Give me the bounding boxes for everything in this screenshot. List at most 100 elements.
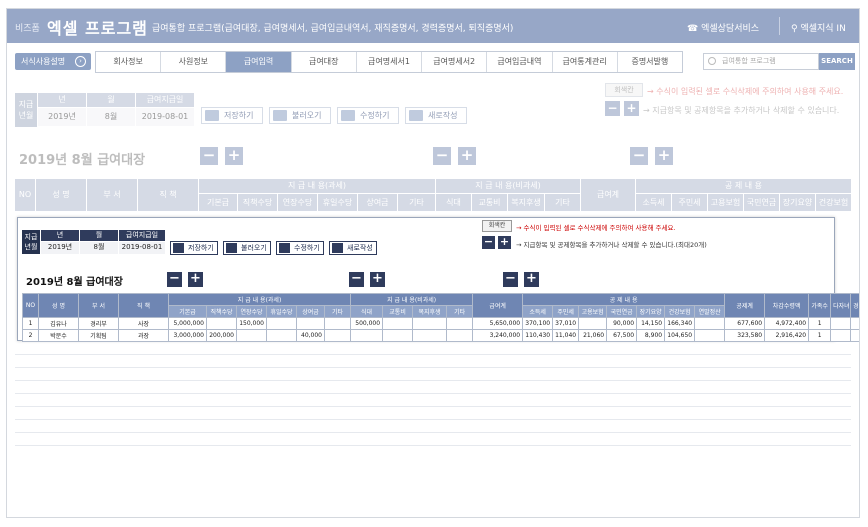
popup-plus-deduct[interactable]: + [524,272,539,287]
cell-resident-tax[interactable]: 37,010 [552,317,580,330]
consult-link[interactable]: ☎ 엑셀상담서비스 [687,21,759,34]
bg-plus-nontax[interactable]: + [458,147,476,165]
cell-employment-ins[interactable]: 21,060 [578,329,608,342]
tab-statistics[interactable]: 급여통계관리 [553,52,618,72]
cell-family[interactable]: 1 [808,317,832,330]
cell-holiday[interactable] [266,317,297,330]
cell-title[interactable]: 사장 [118,317,169,330]
col-position-allowance: 직책수당 [206,305,237,318]
search-button[interactable]: SEARCH [819,53,855,70]
popup-new-button[interactable]: 새로작성 [329,241,377,255]
cell-name[interactable]: 박문수 [38,329,79,342]
cell-base-pay[interactable]: 3,000,000 [168,329,207,342]
bg-load-button[interactable]: 불러오기 [269,107,331,124]
popup-minus-nontax[interactable]: − [349,272,364,287]
cell-cert[interactable] [850,317,859,330]
popup-load-button[interactable]: 불러오기 [223,241,271,255]
bg-plus-deduct[interactable]: + [655,147,673,165]
tab-payslip-1[interactable]: 급여명세서1 [357,52,423,72]
search-input[interactable]: 급여통합 프로그램 [703,53,819,70]
cell-pension[interactable]: 67,500 [606,329,638,342]
tab-payslip-2[interactable]: 급여명세서2 [422,52,488,72]
popup-minus-deduct[interactable]: − [503,272,518,287]
cell-child[interactable] [830,329,852,342]
cell-position-allowance[interactable]: 200,000 [206,329,237,342]
popup-month-value[interactable]: 8월 [80,242,118,254]
popup-minus-taxable[interactable]: − [167,272,182,287]
cell-no[interactable]: 1 [22,317,39,330]
cell-overtime[interactable] [236,329,267,342]
col-health-ins: 건강보험 [664,305,696,318]
cell-year-end[interactable] [694,317,726,330]
bg-new-button[interactable]: 새로작성 [405,107,467,124]
popup-plus-nontax[interactable]: + [370,272,385,287]
cell-cert[interactable] [850,329,859,342]
popup-paydate-value[interactable]: 2019-08-01 [119,242,165,254]
bg-minus-deduct[interactable]: − [630,147,648,165]
tab-employee-info[interactable]: 사원정보 [161,52,227,72]
cell-year-end[interactable] [694,329,726,342]
bg-minus-small[interactable]: − [605,101,620,116]
cell-etc-taxable[interactable] [323,317,352,330]
tab-salary-input[interactable]: 급여입력 [226,52,292,72]
bg-paydate-value[interactable]: 2019-08-01 [136,108,194,126]
bg-year-value[interactable]: 2019년 [38,108,86,126]
cell-bonus[interactable] [296,317,325,330]
bg-col-resident-tax: 주민세 [672,194,707,211]
bg-plus-small[interactable]: + [624,101,639,116]
cell-longterm-care[interactable]: 8,900 [636,329,666,342]
bg-save-button[interactable]: 저장하기 [201,107,263,124]
bg-plus-taxable[interactable]: + [225,147,243,165]
popup-year-value[interactable]: 2019년 [41,242,79,254]
popup-plus-small[interactable]: + [498,236,511,249]
popup-plus-taxable[interactable]: + [188,272,203,287]
cell-income-tax[interactable]: 370,100 [522,317,554,330]
brand-title[interactable]: 엑셀 프로그램 [47,15,148,39]
cell-base-pay[interactable]: 5,000,000 [168,317,207,330]
payroll-table: NO 성 명 부 서 직 책 지 급 내 용(과세) 지 급 내 용(비과세) … [22,293,859,342]
cell-meal[interactable]: 500,000 [350,317,384,330]
bg-minus-taxable[interactable]: − [200,147,218,165]
cell-transport[interactable] [382,317,414,330]
cell-no[interactable]: 2 [22,329,39,342]
knowledge-link[interactable]: ⚲ 엑셀지식 IN [791,21,846,34]
cell-etc-nontax[interactable] [446,317,474,330]
cell-dept[interactable]: 기획팀 [78,329,119,342]
cell-etc-taxable[interactable] [323,329,352,342]
search-placeholder: 급여통합 프로그램 [722,57,776,65]
cell-meal[interactable] [350,329,384,342]
cell-position-allowance[interactable] [206,317,237,330]
cell-name[interactable]: 김유나 [38,317,79,330]
bg-minus-nontax[interactable]: − [433,147,451,165]
cell-health-ins[interactable]: 166,340 [664,317,696,330]
popup-load-label: 불러오기 [241,244,267,252]
cell-overtime[interactable]: 150,000 [236,317,267,330]
cell-bonus[interactable]: 40,000 [296,329,325,342]
cell-resident-tax[interactable]: 11,040 [552,329,580,342]
guide-button[interactable]: 서식사용설명 › [15,53,91,70]
popup-minus-small[interactable]: − [482,236,495,249]
cell-employment-ins[interactable] [578,317,608,330]
col-year-end: 연말정산 [694,305,726,318]
cell-family[interactable]: 1 [808,329,832,342]
cell-income-tax[interactable]: 110,430 [522,329,554,342]
cell-dept[interactable]: 경리부 [78,317,119,330]
cell-pension[interactable]: 90,000 [606,317,638,330]
tab-payroll-ledger[interactable]: 급여대장 [292,52,357,72]
popup-save-button[interactable]: 저장하기 [170,241,218,255]
cell-welfare[interactable] [412,317,448,330]
cell-title[interactable]: 과장 [118,329,169,342]
cell-etc-nontax[interactable] [446,329,474,342]
tab-deposit-history[interactable]: 급여입금내역 [487,52,553,72]
cell-welfare[interactable] [412,329,448,342]
cell-longterm-care[interactable]: 14,150 [636,317,666,330]
bg-month-value[interactable]: 8월 [87,108,135,126]
cell-holiday[interactable] [266,329,297,342]
tab-certificate[interactable]: 증명서발행 [618,52,682,72]
popup-edit-button[interactable]: 수정하기 [276,241,324,255]
bg-edit-button[interactable]: 수정하기 [337,107,399,124]
tab-company-info[interactable]: 회사정보 [96,52,162,72]
cell-health-ins[interactable]: 104,650 [664,329,696,342]
cell-transport[interactable] [382,329,414,342]
cell-child[interactable] [830,317,852,330]
